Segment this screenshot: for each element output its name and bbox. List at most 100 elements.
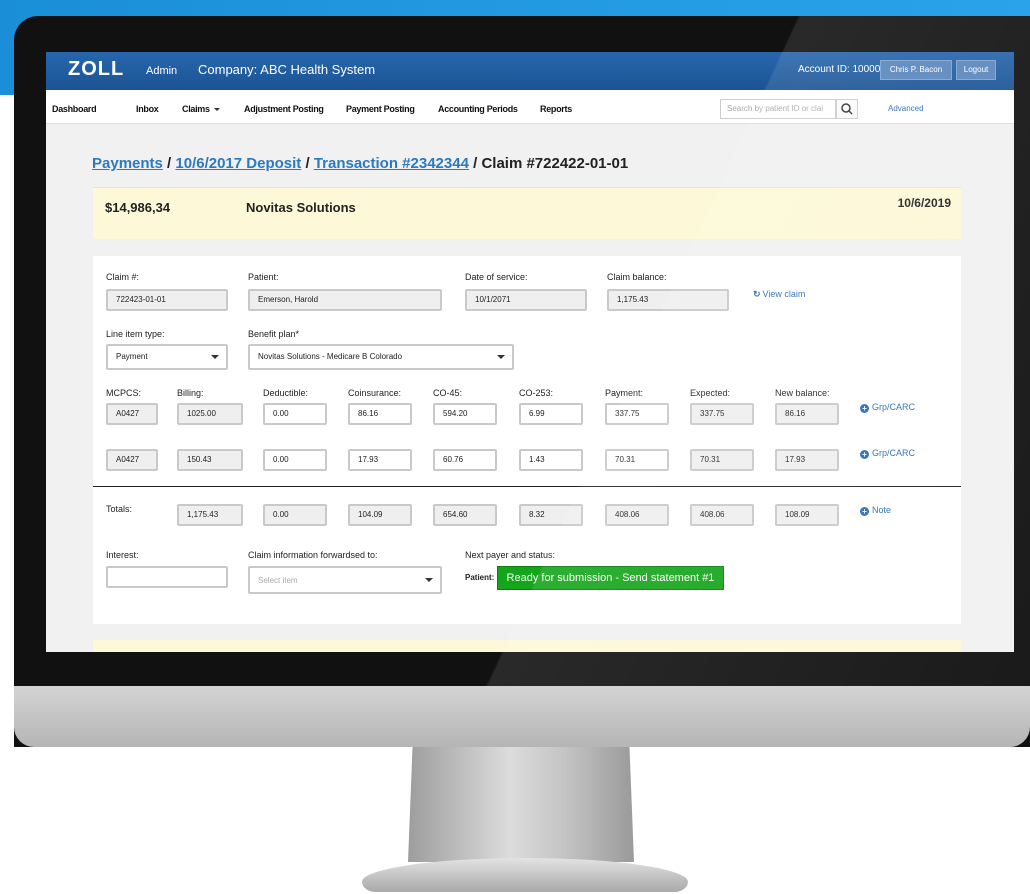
grp-carc-label: Grp/CARC — [872, 448, 916, 458]
plus-circle-icon: + — [860, 450, 869, 459]
claim-balance-field[interactable]: 1,175.43 — [607, 289, 729, 311]
total-billing[interactable]: 1,175.43 — [177, 504, 243, 526]
nav-item-accounting-periods[interactable]: Accounting Periods — [438, 104, 518, 114]
row2-new-balance[interactable]: 17.93 — [775, 449, 839, 471]
row1-co45[interactable]: 594.20 — [433, 403, 497, 425]
nav-item-dashboard[interactable]: Dashboard — [52, 104, 97, 114]
nav-item-inbox[interactable]: Inbox — [136, 104, 159, 114]
breadcrumb-separator: / — [301, 155, 314, 172]
top-bar: ZOLL Admin Company: ABC Health System Ac… — [46, 52, 1014, 90]
next-deposit-band — [93, 640, 961, 652]
breadcrumb-claim: Claim #722422-01-01 — [481, 155, 629, 172]
next-payer-patient-label: Patient: — [465, 573, 495, 582]
col-header-billing: Billing: — [177, 388, 204, 398]
total-co253[interactable]: 8.32 — [519, 504, 583, 526]
row2-expected[interactable]: 70.31 — [690, 449, 754, 471]
totals-divider — [93, 486, 961, 487]
app-screen: ZOLL Admin Company: ABC Health System Ac… — [46, 52, 1014, 652]
row2-coinsurance[interactable]: 17.93 — [348, 449, 412, 471]
row2-grp-carc-link[interactable]: + Grp/CARC — [860, 448, 915, 459]
forwarded-to-label: Claim information forwardsed to: — [248, 550, 378, 560]
nav-item-payment-posting[interactable]: Payment Posting — [346, 104, 415, 114]
next-payer-label: Next payer and status: — [465, 550, 556, 560]
date-of-service-field[interactable]: 10/1/2071 — [465, 289, 587, 311]
row1-deductible[interactable]: 0.00 — [263, 403, 327, 425]
claim-balance-label: Claim balance: — [607, 272, 667, 282]
row1-co253[interactable]: 6.99 — [519, 403, 583, 425]
breadcrumb-separator: / — [468, 155, 482, 172]
advanced-search-link[interactable]: Advanced — [888, 104, 924, 113]
total-coinsurance[interactable]: 104.09 — [348, 504, 412, 526]
monitor-chin — [14, 686, 1030, 747]
row1-grp-carc-link[interactable]: + Grp/CARC — [860, 402, 915, 413]
view-claim-link[interactable]: ↻ View claim — [753, 289, 805, 300]
breadcrumb-payments[interactable]: Payments — [92, 155, 163, 172]
total-new-balance[interactable]: 108.09 — [775, 504, 839, 526]
nav-bar: Dashboard Inbox Claims Adjustment Postin… — [46, 90, 1014, 124]
logout-button[interactable]: Logout — [956, 60, 996, 80]
chevron-down-icon — [211, 355, 219, 359]
deposit-payer: Novitas Solutions — [246, 200, 356, 215]
row1-mcpcs[interactable]: A0427 — [106, 403, 158, 425]
grp-carc-label: Grp/CARC — [872, 402, 916, 412]
row2-billing[interactable]: 150.43 — [177, 449, 243, 471]
claim-number-field[interactable]: 722423-01-01 — [106, 289, 228, 311]
total-expected[interactable]: 408.06 — [690, 504, 754, 526]
claim-card: Claim #: 722423-01-01 Patient: Emerson, … — [93, 256, 961, 624]
breadcrumb-deposit[interactable]: 10/6/2017 Deposit — [175, 155, 301, 172]
account-id: Account ID: 100005 — [798, 64, 886, 75]
admin-label[interactable]: Admin — [146, 65, 177, 77]
patient-field[interactable]: Emerson, Harold — [248, 289, 442, 311]
nav-item-adjustment-posting[interactable]: Adjustment Posting — [244, 104, 324, 114]
interest-label: Interest: — [106, 550, 139, 560]
breadcrumb-transaction[interactable]: Transaction #2342344 — [314, 155, 469, 172]
forwarded-to-select[interactable]: Select item — [248, 566, 442, 594]
col-header-deductible: Deductible: — [263, 388, 309, 398]
claims-chevron-down-icon[interactable] — [214, 108, 220, 111]
row1-payment[interactable]: 337.75 — [605, 403, 669, 425]
refresh-icon: ↻ — [753, 289, 761, 299]
row1-expected[interactable]: 337.75 — [690, 403, 754, 425]
breadcrumb: Payments / 10/6/2017 Deposit / Transacti… — [92, 155, 628, 172]
breadcrumb-separator: / — [162, 155, 176, 172]
note-label: Note — [872, 505, 892, 515]
row1-billing[interactable]: 1025.00 — [177, 403, 243, 425]
col-header-coinsurance: Coinsurance: — [348, 388, 402, 398]
plus-circle-icon: + — [860, 404, 869, 413]
row2-deductible[interactable]: 0.00 — [263, 449, 327, 471]
chevron-down-icon — [425, 578, 433, 582]
col-header-payment: Payment: — [605, 388, 644, 398]
nav-item-claims[interactable]: Claims — [182, 104, 210, 114]
monitor-stand-base — [362, 858, 688, 892]
total-payment[interactable]: 408.06 — [605, 504, 669, 526]
benefit-plan-select[interactable]: Novitas Solutions - Medicare B Colorado — [248, 344, 514, 370]
plus-circle-icon: + — [860, 507, 869, 516]
total-co45[interactable]: 654.60 — [433, 504, 497, 526]
status-badge: Ready for submission - Send statement #1 — [497, 566, 724, 590]
patient-label: Patient: — [248, 272, 279, 282]
interest-input[interactable] — [106, 566, 228, 588]
totals-label: Totals: — [106, 504, 133, 514]
deposit-amount: $14,986,34 — [105, 200, 171, 215]
search-icon — [841, 103, 853, 115]
row1-coinsurance[interactable]: 86.16 — [348, 403, 412, 425]
row2-payment[interactable]: 70.31 — [605, 449, 669, 471]
search-button[interactable] — [836, 99, 858, 119]
col-header-new-balance: New balance: — [775, 388, 830, 398]
col-header-co253: CO-253: — [519, 388, 554, 398]
scene: ZOLL Admin Company: ABC Health System Ac… — [0, 0, 1030, 894]
search-input[interactable]: Search by patient ID or clai — [720, 99, 836, 119]
line-item-type-select[interactable]: Payment — [106, 344, 228, 370]
nav-item-reports[interactable]: Reports — [540, 104, 572, 114]
line-item-type-label: Line item type: — [106, 329, 165, 339]
row2-co45[interactable]: 60.76 — [433, 449, 497, 471]
col-header-expected: Expected: — [690, 388, 731, 398]
user-button[interactable]: Chris P. Bacon — [880, 60, 952, 80]
row2-mcpcs[interactable]: A0427 — [106, 449, 158, 471]
note-link[interactable]: + Note — [860, 505, 891, 516]
row1-new-balance[interactable]: 86.16 — [775, 403, 839, 425]
total-deductible[interactable]: 0.00 — [263, 504, 327, 526]
company-name: Company: ABC Health System — [198, 62, 376, 77]
row2-co253[interactable]: 1.43 — [519, 449, 583, 471]
deposit-date: 10/6/2019 — [897, 196, 951, 210]
